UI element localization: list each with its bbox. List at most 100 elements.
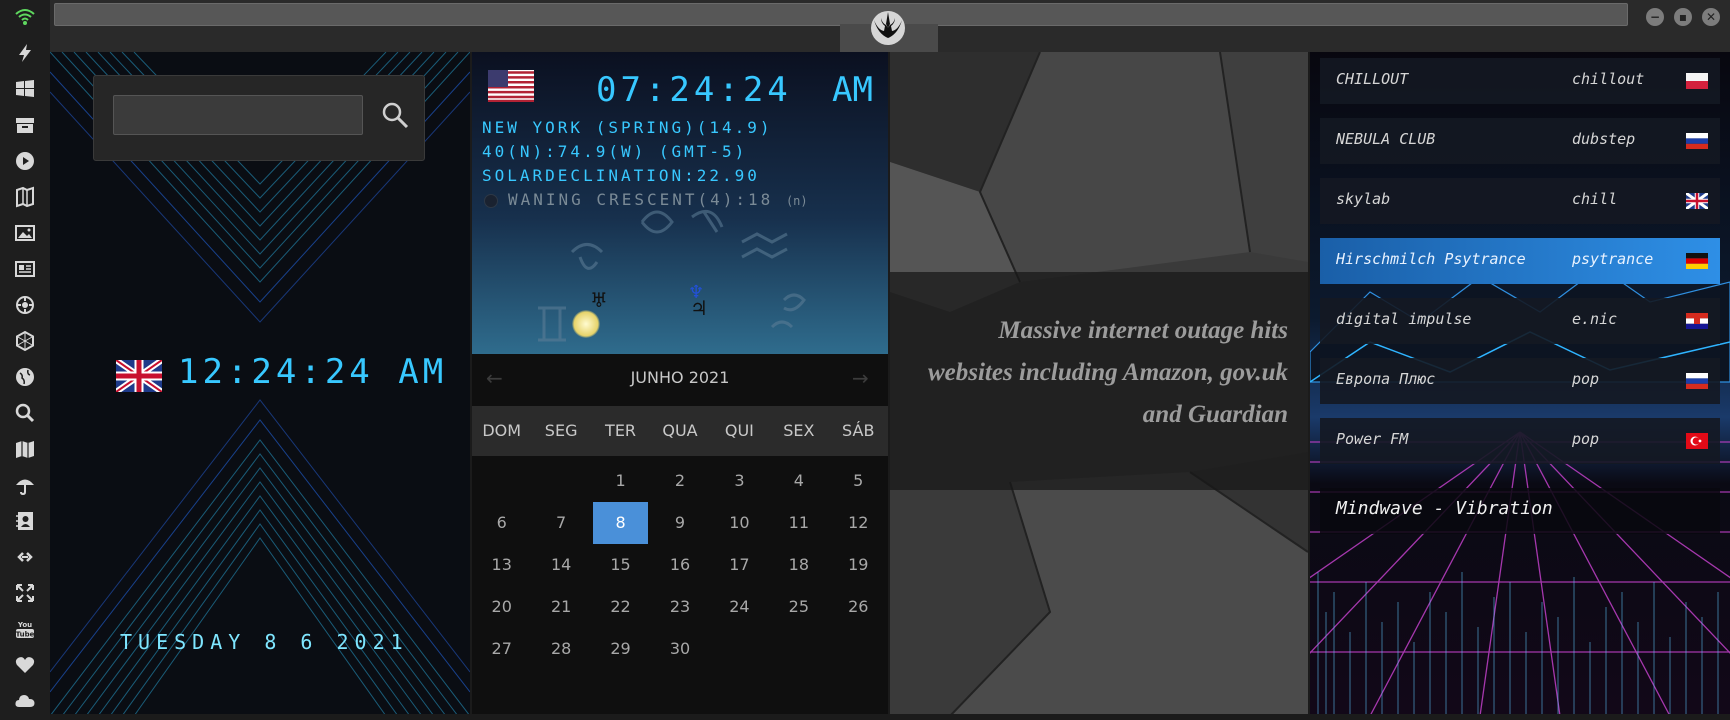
- radio-station-row[interactable]: CHILLOUT chillout: [1320, 58, 1720, 104]
- calendar-day[interactable]: 8: [592, 502, 649, 544]
- heart-icon[interactable]: [14, 654, 36, 676]
- radio-station-row[interactable]: skylab chill: [1320, 178, 1720, 224]
- radio-station-row[interactable]: Hirschmilch Psytrance psytrance: [1320, 238, 1720, 284]
- image-icon[interactable]: [14, 222, 36, 244]
- weekday-label: SÁB: [842, 421, 875, 440]
- location-season: NEW YORK (SPRING)(14.9): [482, 118, 773, 137]
- calendar-day-grid: 1 2 3 4 5 6 7 8 9 10 11 12 13 14 15 16 17 18 19 20 21 22 23 24 2…: [472, 460, 888, 670]
- calendar-day[interactable]: 27: [472, 628, 531, 670]
- calendar-day[interactable]: 12: [829, 502, 888, 544]
- us-flag-icon: [488, 70, 534, 102]
- calendar-day[interactable]: 2: [650, 460, 709, 502]
- windows-icon[interactable]: [14, 78, 36, 100]
- radio-station-row[interactable]: Power FM pop: [1320, 418, 1720, 464]
- map-book-icon[interactable]: [14, 186, 36, 208]
- news-icon[interactable]: [14, 258, 36, 280]
- radio-station-row[interactable]: digital impulse e.nic: [1320, 298, 1720, 344]
- solar-declination: SOLARDECLINATION:22.90: [482, 166, 760, 185]
- map-icon[interactable]: [14, 438, 36, 460]
- calendar-day[interactable]: 11: [769, 502, 828, 544]
- poland-flag-icon: [1686, 73, 1708, 89]
- calendar-day[interactable]: 15: [591, 544, 650, 586]
- calendar-day[interactable]: 28: [531, 628, 590, 670]
- world-clock-panel: 12:24:24 AM TUESDAY 8 6 2021: [50, 52, 470, 716]
- calendar-day[interactable]: 23: [650, 586, 709, 628]
- close-button[interactable]: ✕: [1702, 8, 1720, 26]
- radio-station-row[interactable]: NEBULA CLUB dubstep: [1320, 118, 1720, 164]
- weekday-label: SEX: [783, 421, 815, 440]
- calendar-day[interactable]: 1: [591, 460, 650, 502]
- hexagon-icon[interactable]: [14, 330, 36, 352]
- moon-phase-suffix: (n): [785, 194, 808, 208]
- search-icon[interactable]: [14, 402, 36, 424]
- youtube-icon[interactable]: You Tube: [14, 618, 36, 640]
- calendar-day[interactable]: 16: [650, 544, 709, 586]
- logo-tab[interactable]: [840, 0, 938, 52]
- calendar-day[interactable]: 20: [472, 586, 531, 628]
- moon-phase: WANING CRESCENT(4):18 (n): [508, 190, 808, 209]
- uk-flag-icon: [116, 360, 162, 392]
- settings-wheel-icon[interactable]: [14, 294, 36, 316]
- umbrella-icon[interactable]: [14, 474, 36, 496]
- maximize-button[interactable]: ▪: [1674, 8, 1692, 26]
- calendar-day[interactable]: 9: [650, 502, 709, 544]
- play-icon[interactable]: [14, 150, 36, 172]
- uk-clock-time: 12:24:24 AM: [178, 352, 448, 392]
- station-name: CHILLOUT: [1336, 70, 1409, 88]
- weekday-label: SEG: [544, 421, 578, 440]
- wifi-icon[interactable]: [14, 6, 36, 28]
- lightning-icon[interactable]: [14, 42, 36, 64]
- minimize-button[interactable]: −: [1646, 8, 1664, 26]
- search-icon[interactable]: [380, 100, 410, 130]
- calendar-empty-cell: [472, 460, 531, 502]
- station-name: Hirschmilch Psytrance: [1336, 250, 1526, 268]
- calendar-day[interactable]: 10: [710, 502, 769, 544]
- calendar-day[interactable]: 21: [531, 586, 590, 628]
- bottom-strip: [50, 714, 1730, 720]
- calendar-day[interactable]: 14: [531, 544, 590, 586]
- station-name: digital impulse: [1336, 310, 1472, 328]
- moon-phase-text: WANING CRESCENT(4):18: [508, 190, 774, 209]
- calendar-day[interactable]: 5: [829, 460, 888, 502]
- calendar-day[interactable]: 7: [531, 502, 590, 544]
- station-name: NEBULA CLUB: [1336, 130, 1436, 148]
- calendar-weekday-header: DOM SEG TER QUA QUI SEX SÁB: [472, 406, 888, 456]
- calendar-day[interactable]: 26: [829, 586, 888, 628]
- globe-icon[interactable]: [14, 366, 36, 388]
- weekday-label: DOM: [482, 421, 522, 440]
- fullscreen-icon[interactable]: [14, 582, 36, 604]
- calendar-empty-cell: [531, 460, 590, 502]
- sun-icon: [572, 310, 600, 338]
- next-month-button[interactable]: →: [852, 366, 869, 390]
- calendar-day[interactable]: 6: [472, 502, 531, 544]
- calendar-day[interactable]: 22: [591, 586, 650, 628]
- calendar-day[interactable]: 24: [710, 586, 769, 628]
- radio-station-row[interactable]: Европа Плюс pop: [1320, 358, 1720, 404]
- cloud-icon[interactable]: [14, 690, 36, 712]
- uranus-symbol-icon: ♅: [590, 288, 608, 312]
- calendar-day[interactable]: 19: [829, 544, 888, 586]
- croatia-flag-icon: [1686, 313, 1708, 329]
- archive-icon[interactable]: [14, 114, 36, 136]
- calendar-day[interactable]: 4: [769, 460, 828, 502]
- station-genre: pop: [1572, 430, 1600, 448]
- calendar-day[interactable]: 29: [591, 628, 650, 670]
- news-headline[interactable]: Massive internet outage hits websites in…: [926, 310, 1288, 436]
- jupiter-symbol-icon: ♃: [690, 296, 708, 320]
- calendar-day[interactable]: 30: [650, 628, 709, 670]
- rebel-alliance-logo-icon: [871, 11, 905, 45]
- link-icon[interactable]: [14, 546, 36, 568]
- search-input[interactable]: [113, 95, 363, 135]
- new-york-time: 07:24:24: [596, 70, 792, 110]
- weekday-label: QUI: [724, 421, 754, 440]
- contacts-icon[interactable]: [14, 510, 36, 532]
- calendar-day[interactable]: 3: [710, 460, 769, 502]
- window-title-bar: − ▪ ✕: [50, 0, 1730, 52]
- calendar-day[interactable]: 25: [769, 586, 828, 628]
- moon-icon: [484, 194, 498, 208]
- station-name: skylab: [1336, 190, 1391, 208]
- svg-text:You: You: [17, 621, 32, 629]
- calendar-day[interactable]: 18: [769, 544, 828, 586]
- calendar-day[interactable]: 13: [472, 544, 531, 586]
- calendar-day[interactable]: 17: [710, 544, 769, 586]
